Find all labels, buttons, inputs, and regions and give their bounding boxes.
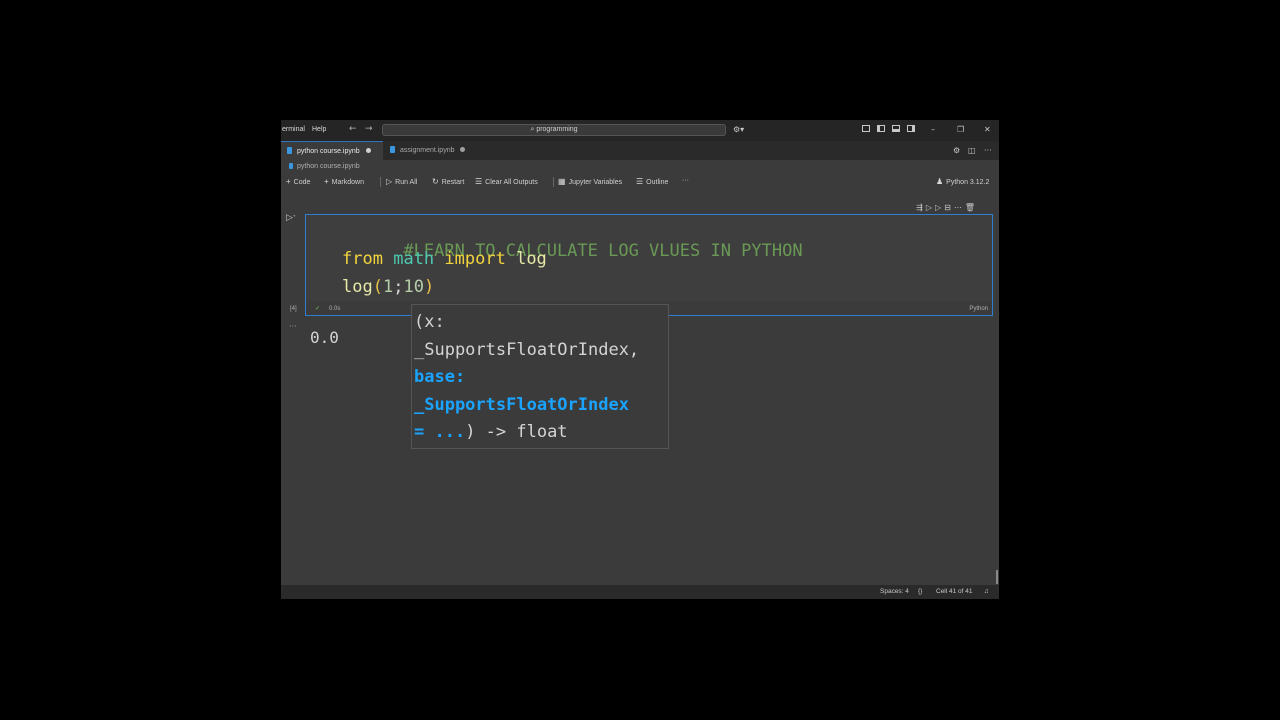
split-cell-icon[interactable]: ⊟ (944, 203, 954, 212)
minimize-icon[interactable]: – (931, 125, 935, 134)
title-bar: erminal Help ← → ⌕ programming ⚙▾ – ❐ ✕ (281, 120, 999, 141)
command-center-search[interactable]: ⌕ programming (382, 124, 726, 136)
notebook-toolbar: + Code + Markdown ▷ Run All ↻ Restart ☰ Clear… (281, 175, 999, 189)
kernel-icon: ♟ (936, 177, 944, 186)
more-toolbar-button[interactable]: ··· (682, 177, 689, 184)
active-parameter: base: (414, 367, 466, 387)
clear-all-outputs-button[interactable]: ☰ Clear All Outputs (475, 177, 538, 186)
signature-help-popup: (x: _SupportsFloatOrIndex, base: _Suppor… (411, 304, 669, 449)
toolbar-divider (380, 177, 381, 187)
scrollbar[interactable] (996, 570, 998, 584)
success-check-icon: ✓ (315, 306, 321, 312)
execute-above-icon[interactable]: ▷ (926, 203, 935, 212)
unsaved-dot-icon[interactable] (460, 147, 466, 152)
function-call: log (342, 277, 373, 297)
add-code-cell-button[interactable]: + Code (286, 177, 310, 186)
run-by-line-icon[interactable]: ⇶ (916, 203, 926, 212)
keyword-import: import (444, 249, 506, 269)
arg-1: 1 (382, 277, 394, 297)
outline-icon: ☰ (636, 177, 644, 186)
plus-icon: + (286, 177, 291, 186)
split-editor-icon[interactable]: ◫ (968, 146, 976, 155)
cell-language[interactable]: Python (969, 306, 988, 312)
tab-label: assignment.ipynb (400, 147, 455, 154)
breadcrumb-label: python course.ipynb (297, 163, 360, 170)
restart-button[interactable]: ↻ Restart (432, 177, 464, 186)
return-type: ) -> float (465, 422, 568, 442)
search-icon: ⌕ (530, 126, 535, 133)
imported-name: log (516, 249, 547, 269)
add-markdown-cell-button[interactable]: + Markdown (324, 177, 364, 186)
notebook-file-icon (289, 163, 293, 169)
menu-help[interactable]: Help (312, 126, 326, 133)
module-name: math (393, 249, 435, 269)
language-mode-icon[interactable]: {} (918, 588, 922, 595)
tab-label: python course.ipynb (297, 148, 360, 155)
toggle-secondary-sidebar-icon[interactable] (907, 125, 915, 134)
variables-icon: ▦ (558, 177, 566, 186)
arg-2: 10 (403, 277, 424, 297)
tab-assignment[interactable]: assignment.ipynb (384, 141, 474, 160)
active-parameter-type: _SupportsFloatOrIndex (414, 394, 629, 415)
clear-outputs-icon: ☰ (475, 177, 483, 186)
editor-tab-bar: python course.ipynb assignment.ipynb ⚙ ◫… (281, 141, 999, 160)
signature-line: _SupportsFloatOrIndex, (414, 339, 640, 360)
more-actions-icon[interactable]: ··· (984, 146, 992, 155)
chevron-down-icon[interactable]: ˅ (293, 215, 296, 222)
output-menu-icon[interactable]: ··· (289, 322, 297, 331)
close-paren: ) (423, 277, 435, 297)
active-parameter-default: = ... (414, 422, 466, 442)
open-paren: ( (372, 277, 383, 297)
notebook-file-icon (287, 147, 292, 154)
run-cell-icon: ▷ (286, 213, 293, 223)
status-bar: Spaces: 4 {} Cell 41 of 41 ♫ (281, 585, 999, 599)
code-line-3[interactable]: log(1;10) (342, 277, 434, 297)
run-cell-button[interactable]: ▷˅ (286, 213, 296, 223)
tab-python-course[interactable]: python course.ipynb (281, 141, 383, 160)
toggle-sidebar-icon[interactable] (877, 125, 885, 134)
notifications-bell-icon[interactable]: ♫ (984, 588, 989, 595)
cell-position-status[interactable]: Cell 41 of 41 (936, 588, 973, 595)
code-line-2[interactable]: from math import log (342, 249, 547, 269)
cell-output: 0.0 (310, 328, 339, 347)
execution-count: [4] (290, 306, 297, 312)
indentation-status[interactable]: Spaces: 4 (880, 588, 909, 595)
restart-icon: ↻ (432, 177, 439, 186)
notebook-file-icon (390, 146, 395, 153)
copilot-icon[interactable]: ⚙▾ (733, 125, 744, 134)
forward-arrow-icon[interactable]: → (365, 124, 373, 134)
restore-icon[interactable]: ❐ (957, 125, 964, 134)
back-arrow-icon[interactable]: ← (349, 124, 357, 134)
kernel-picker[interactable]: ♟ Python 3.12.2 (936, 177, 989, 186)
run-all-button[interactable]: ▷ Run All (386, 177, 417, 186)
settings-gear-icon[interactable]: ⚙ (953, 146, 960, 155)
toolbar-divider (553, 177, 554, 187)
signature-line: = ...) -> float (414, 419, 668, 447)
unsaved-dot-icon[interactable] (365, 148, 371, 153)
execute-below-icon[interactable]: ▷ (935, 203, 944, 212)
cell-toolbar: ⇶▷▷⊟⋯🗑 (913, 202, 981, 213)
close-icon[interactable]: ✕ (984, 125, 991, 134)
delete-cell-icon[interactable]: 🗑 (965, 203, 978, 212)
plus-icon: + (324, 177, 329, 186)
jupyter-variables-button[interactable]: ▦ Jupyter Variables (558, 177, 622, 186)
toggle-panel-icon[interactable] (892, 125, 900, 134)
keyword-from: from (342, 249, 383, 269)
arg-separator: ; (393, 277, 404, 297)
signature-line: (x: (414, 312, 445, 332)
cell-editor[interactable]: #LEARN TO CALCULATE LOG VLUES IN PYTHON … (306, 215, 992, 301)
run-all-icon: ▷ (386, 177, 393, 186)
search-text: programming (536, 126, 578, 133)
vscode-window: erminal Help ← → ⌕ programming ⚙▾ – ❐ ✕ … (281, 120, 999, 599)
customize-layout-icon[interactable] (862, 125, 870, 134)
breadcrumb[interactable]: python course.ipynb (289, 163, 360, 170)
outline-button[interactable]: ☰ Outline (636, 177, 668, 186)
more-icon[interactable]: ⋯ (954, 203, 965, 212)
menu-terminal[interactable]: erminal (282, 126, 305, 133)
execution-time: 0.0s (329, 306, 341, 312)
